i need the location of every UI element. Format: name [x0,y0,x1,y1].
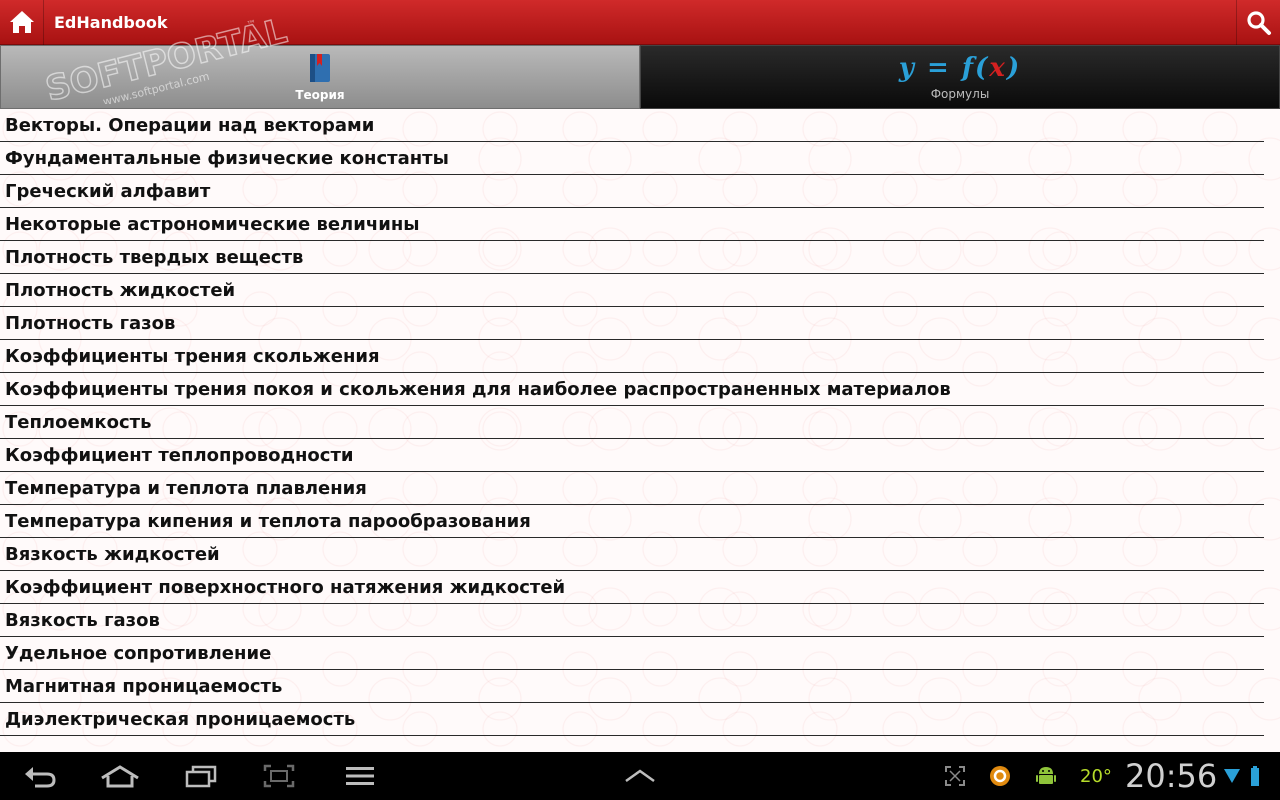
book-icon [310,54,330,82]
battery-status [1248,752,1262,800]
home-icon [9,11,34,33]
android-status[interactable] [1034,752,1058,800]
clock: 20:56 [1125,757,1218,795]
home-button[interactable] [0,0,44,45]
wifi-status [1222,752,1242,800]
recent-apps-icon [185,765,217,788]
list-item[interactable]: Вязкость газов [0,604,1264,637]
list-item[interactable]: Магнитная проницаемость [0,670,1264,703]
tab-bar: Теория y = f(x) Формулы [0,45,1280,109]
list-item[interactable]: Плотность твердых веществ [0,241,1264,274]
screenshot-button[interactable] [262,752,296,800]
back-icon [25,767,56,788]
list-item[interactable]: Греческий алфавит [0,175,1264,208]
formula-var: x [989,53,1007,83]
list-item[interactable]: Коэффициенты трения покоя и скольжения д… [0,373,1264,406]
wifi-icon [1224,769,1240,783]
formula-left: y = f( [898,53,990,83]
home-outline-icon [101,765,139,788]
chevron-up-icon [625,769,655,783]
list-item[interactable]: Векторы. Операции над векторами [0,109,1264,142]
weather-temperature: 20° [1080,765,1112,787]
android-icon [1036,767,1056,784]
search-icon [1246,10,1271,35]
tab-theory[interactable]: Теория [0,45,640,109]
topics-list: Векторы. Операции над векторами Фундамен… [0,109,1280,752]
battery-icon [1251,766,1259,786]
system-bar: 20° 20:56 [0,752,1280,800]
list-item[interactable]: Температура кипения и теплота парообразо… [0,505,1264,538]
orange-app-icon [990,766,1010,786]
recent-apps-button[interactable] [182,752,220,800]
menu-button[interactable] [344,752,376,800]
home-nav-button[interactable] [98,752,142,800]
list-item[interactable]: Диэлектрическая проницаемость [0,703,1264,736]
list-item[interactable]: Фундаментальные физические константы [0,142,1264,175]
tab-formulas[interactable]: y = f(x) Формулы [640,45,1280,109]
back-button[interactable] [20,752,60,800]
list-item[interactable]: Коэффициенты трения скольжения [0,340,1264,373]
search-button[interactable] [1236,0,1280,45]
menu-icon [346,767,374,785]
list-item[interactable]: Плотность жидкостей [0,274,1264,307]
tab-formulas-label: Формулы [930,87,990,101]
list-item[interactable]: Вязкость жидкостей [0,538,1264,571]
notification-app-status[interactable] [988,752,1012,800]
formula-right: ) [1006,53,1022,83]
list-item[interactable]: Теплоемкость [0,406,1264,439]
app-title: EdHandbook [54,12,168,32]
expand-button[interactable] [622,752,658,800]
list-item[interactable]: Коэффициент теплопроводности [0,439,1264,472]
list-item[interactable]: Коэффициент поверхностного натяжения жид… [0,571,1264,604]
screenshot-icon [263,764,295,788]
fullscreen-status [944,752,966,800]
fullscreen-icon [945,766,965,786]
action-bar: EdHandbook [0,0,1280,45]
list-item[interactable]: Удельное сопротивление [0,637,1264,670]
list-item[interactable]: Плотность газов [0,307,1264,340]
list-item[interactable]: Температура и теплота плавления [0,472,1264,505]
list-item[interactable]: Некоторые астрономические величины [0,208,1264,241]
tab-theory-label: Теория [295,88,345,102]
formula-icon: y = f(x) [899,53,1021,83]
